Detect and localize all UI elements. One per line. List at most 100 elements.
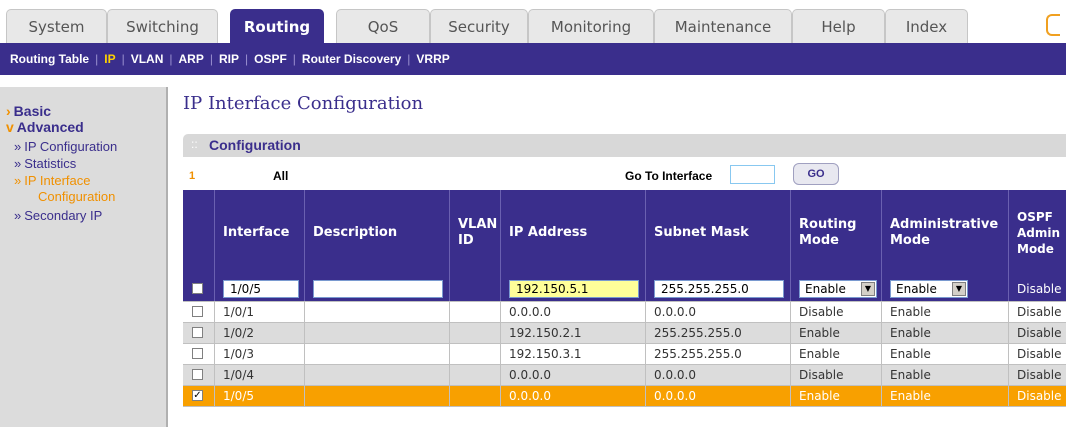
cell-ospf: Disable <box>1008 386 1066 406</box>
ip-address-input[interactable]: 192.150.5.1 <box>509 279 639 298</box>
col-interface: Interface <box>214 190 304 276</box>
tab-routing[interactable]: Routing <box>230 9 324 43</box>
cell-ip: 192.150.3.1 <box>500 344 645 364</box>
col-routing-mode: Routing Mode <box>790 190 881 276</box>
cell-vlan <box>449 344 500 364</box>
cell-admin: Enable <box>881 323 1008 343</box>
edit-ip-cell: 192.150.5.1 <box>500 276 645 301</box>
subnet-mask-input[interactable]: 255.255.255.0 <box>654 279 784 298</box>
table-row[interactable]: 1/0/1 0.0.0.0 0.0.0.0 Disable Enable Dis… <box>183 302 1066 323</box>
edit-routing-cell: Enable ▼ <box>790 276 881 301</box>
cell-description <box>304 323 449 343</box>
subnav-ip[interactable]: IP <box>104 52 115 66</box>
dropdown-arrow-icon[interactable]: ▼ <box>952 281 966 296</box>
cell-routing: Enable <box>790 344 881 364</box>
col-vlan-id: VLAN ID <box>449 190 500 276</box>
cell-interface: 1/0/4 <box>214 365 304 385</box>
sidebar: › Basic v Advanced » IP Configuration » Stat… <box>0 87 168 427</box>
cell-ip: 0.0.0.0 <box>500 365 645 385</box>
subnav-rip[interactable]: RIP <box>219 52 239 66</box>
edit-ospf-cell[interactable]: Disable <box>1008 276 1066 301</box>
subnav-vlan[interactable]: VLAN <box>131 52 164 66</box>
tab-index[interactable]: Index <box>885 9 968 43</box>
subnav-separator: | <box>169 52 173 66</box>
chevron-down-icon: v <box>6 119 14 135</box>
sidebar-basic[interactable]: › Basic <box>6 103 51 119</box>
subnav-ospf[interactable]: OSPF <box>254 52 287 66</box>
go-to-row: 1 All Go To Interface GO <box>183 160 1066 190</box>
row-checkbox[interactable] <box>192 369 203 380</box>
sidebar-item-ip-configuration[interactable]: » IP Configuration <box>14 139 117 154</box>
dropdown-arrow-icon[interactable]: ▼ <box>861 281 875 296</box>
tab-qos[interactable]: QoS <box>336 9 430 43</box>
chevron-right-icon: › <box>6 103 11 119</box>
page-title: IP Interface Configuration <box>183 93 424 114</box>
show-all-link[interactable]: All <box>273 169 288 183</box>
edit-admin-cell: Enable ▼ <box>881 276 1008 301</box>
subnav-router-discovery[interactable]: Router Discovery <box>302 52 401 66</box>
routing-mode-select[interactable]: Enable ▼ <box>799 279 877 298</box>
table-row-selected[interactable]: ✓ 1/0/5 0.0.0.0 0.0.0.0 Enable Enable Di… <box>183 386 1066 407</box>
row-checkbox[interactable] <box>192 306 203 317</box>
tab-help[interactable]: Help <box>792 9 885 43</box>
row-checkbox[interactable] <box>192 348 203 359</box>
edit-row-checkbox[interactable] <box>192 283 203 294</box>
go-to-interface-input[interactable] <box>730 165 775 184</box>
row-checkbox[interactable] <box>192 327 203 338</box>
subnav-vrrp[interactable]: VRRP <box>416 52 449 66</box>
sub-navigation: Routing Table | IP | VLAN | ARP | RIP | OSPF |… <box>0 43 1066 75</box>
tab-security[interactable]: Security <box>430 9 528 43</box>
cell-admin: Enable <box>881 386 1008 406</box>
subnav-arp[interactable]: ARP <box>179 52 204 66</box>
sidebar-item-label: IP Interface <box>24 173 91 188</box>
tab-switching[interactable]: Switching <box>107 9 218 43</box>
cell-ip: 0.0.0.0 <box>500 386 645 406</box>
col-ip-address: IP Address <box>500 190 645 276</box>
col-administrative-mode: Administrative Mode <box>881 190 1008 276</box>
description-input[interactable] <box>313 279 443 298</box>
go-button[interactable]: GO <box>793 163 839 185</box>
cell-routing: Enable <box>790 323 881 343</box>
sidebar-item-secondary-ip[interactable]: » Secondary IP <box>14 208 102 223</box>
table-row[interactable]: 1/0/2 192.150.2.1 255.255.255.0 Enable E… <box>183 323 1066 344</box>
routing-mode-value: Enable <box>805 281 846 296</box>
cell-mask: 255.255.255.0 <box>645 344 790 364</box>
sidebar-item-ip-interface-configuration[interactable]: » IP Interface <box>14 173 90 188</box>
tab-system[interactable]: System <box>6 9 107 43</box>
subnav-separator: | <box>95 52 99 66</box>
cell-mask: 255.255.255.0 <box>645 323 790 343</box>
subnav-routing-table[interactable]: Routing Table <box>10 52 89 66</box>
configuration-header: :: Configuration <box>183 134 1066 157</box>
top-tab-bar: System Switching Routing QoS Security Mo… <box>0 0 1066 43</box>
sidebar-advanced[interactable]: v Advanced <box>6 119 84 135</box>
subnav-separator: | <box>407 52 411 66</box>
sidebar-advanced-label: Advanced <box>16 119 84 135</box>
tab-monitoring[interactable]: Monitoring <box>528 9 654 43</box>
cell-description <box>304 302 449 322</box>
cell-ospf: Disable <box>1008 302 1066 322</box>
table-row[interactable]: 1/0/4 0.0.0.0 0.0.0.0 Disable Enable Dis… <box>183 365 1066 386</box>
col-description: Description <box>304 190 449 276</box>
table-row[interactable]: 1/0/3 192.150.3.1 255.255.255.0 Enable E… <box>183 344 1066 365</box>
grip-icon: :: <box>191 137 198 151</box>
interface-input[interactable]: 1/0/5 <box>223 279 299 298</box>
cell-ospf: Disable <box>1008 344 1066 364</box>
sidebar-item-statistics[interactable]: » Statistics <box>14 156 76 171</box>
edit-mask-cell: 255.255.255.0 <box>645 276 790 301</box>
sidebar-item-label: Secondary IP <box>24 208 103 223</box>
cell-vlan <box>449 302 500 322</box>
cell-vlan <box>449 365 500 385</box>
row-checkbox-checked[interactable]: ✓ <box>192 390 203 401</box>
subnav-separator: | <box>244 52 249 66</box>
page-number[interactable]: 1 <box>189 170 195 182</box>
sidebar-item-label-continued[interactable]: Configuration <box>38 189 115 204</box>
cell-description <box>304 344 449 364</box>
edit-interface-cell: 1/0/5 <box>214 276 304 301</box>
admin-mode-value: Enable <box>896 281 937 296</box>
admin-mode-select[interactable]: Enable ▼ <box>890 279 968 298</box>
tab-maintenance[interactable]: Maintenance <box>654 9 792 43</box>
subnav-separator: | <box>121 52 125 66</box>
go-to-interface-label: Go To Interface <box>625 169 713 183</box>
tab-overflow-icon[interactable] <box>1046 14 1060 36</box>
sidebar-item-label: Statistics <box>24 156 77 171</box>
